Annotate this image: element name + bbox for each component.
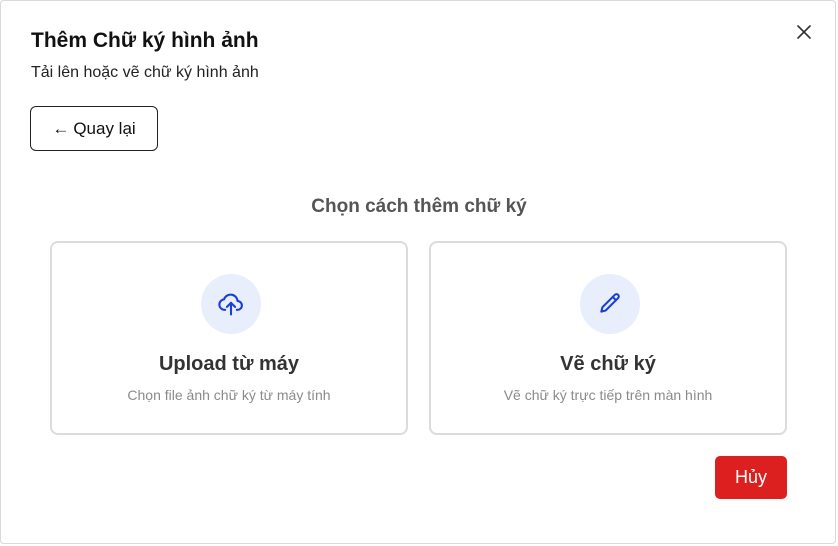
draw-icon-badge — [580, 274, 640, 334]
dialog-title: Thêm Chữ ký hình ảnh — [31, 29, 259, 52]
draw-option-description: Vẽ chữ ký trực tiếp trên màn hình — [503, 387, 713, 403]
pencil-icon — [600, 293, 620, 313]
add-signature-dialog: Thêm Chữ ký hình ảnh Tải lên hoặc vẽ chữ… — [0, 0, 836, 544]
back-button-label: Quay lại — [73, 118, 136, 138]
close-button[interactable] — [793, 21, 815, 43]
back-button[interactable]: ← Quay lại — [30, 106, 158, 151]
cloud-upload-icon — [218, 293, 243, 316]
section-heading: Chọn cách thêm chữ ký — [311, 196, 527, 217]
close-icon — [797, 25, 811, 39]
draw-option-card[interactable]: Vẽ chữ ký Vẽ chữ ký trực tiếp trên màn h… — [429, 241, 787, 435]
left-arrow-icon: ← — [52, 118, 70, 138]
upload-option-description: Chọn file ảnh chữ ký từ máy tính — [127, 387, 331, 403]
dialog-subtitle: Tải lên hoặc vẽ chữ ký hình ảnh — [31, 64, 259, 81]
cancel-button[interactable]: Hủy — [715, 456, 787, 499]
upload-option-title: Upload từ máy — [158, 353, 300, 375]
draw-option-title: Vẽ chữ ký — [560, 353, 656, 375]
upload-icon-badge — [201, 274, 261, 334]
upload-option-card[interactable]: Upload từ máy Chọn file ảnh chữ ký từ má… — [50, 241, 408, 435]
